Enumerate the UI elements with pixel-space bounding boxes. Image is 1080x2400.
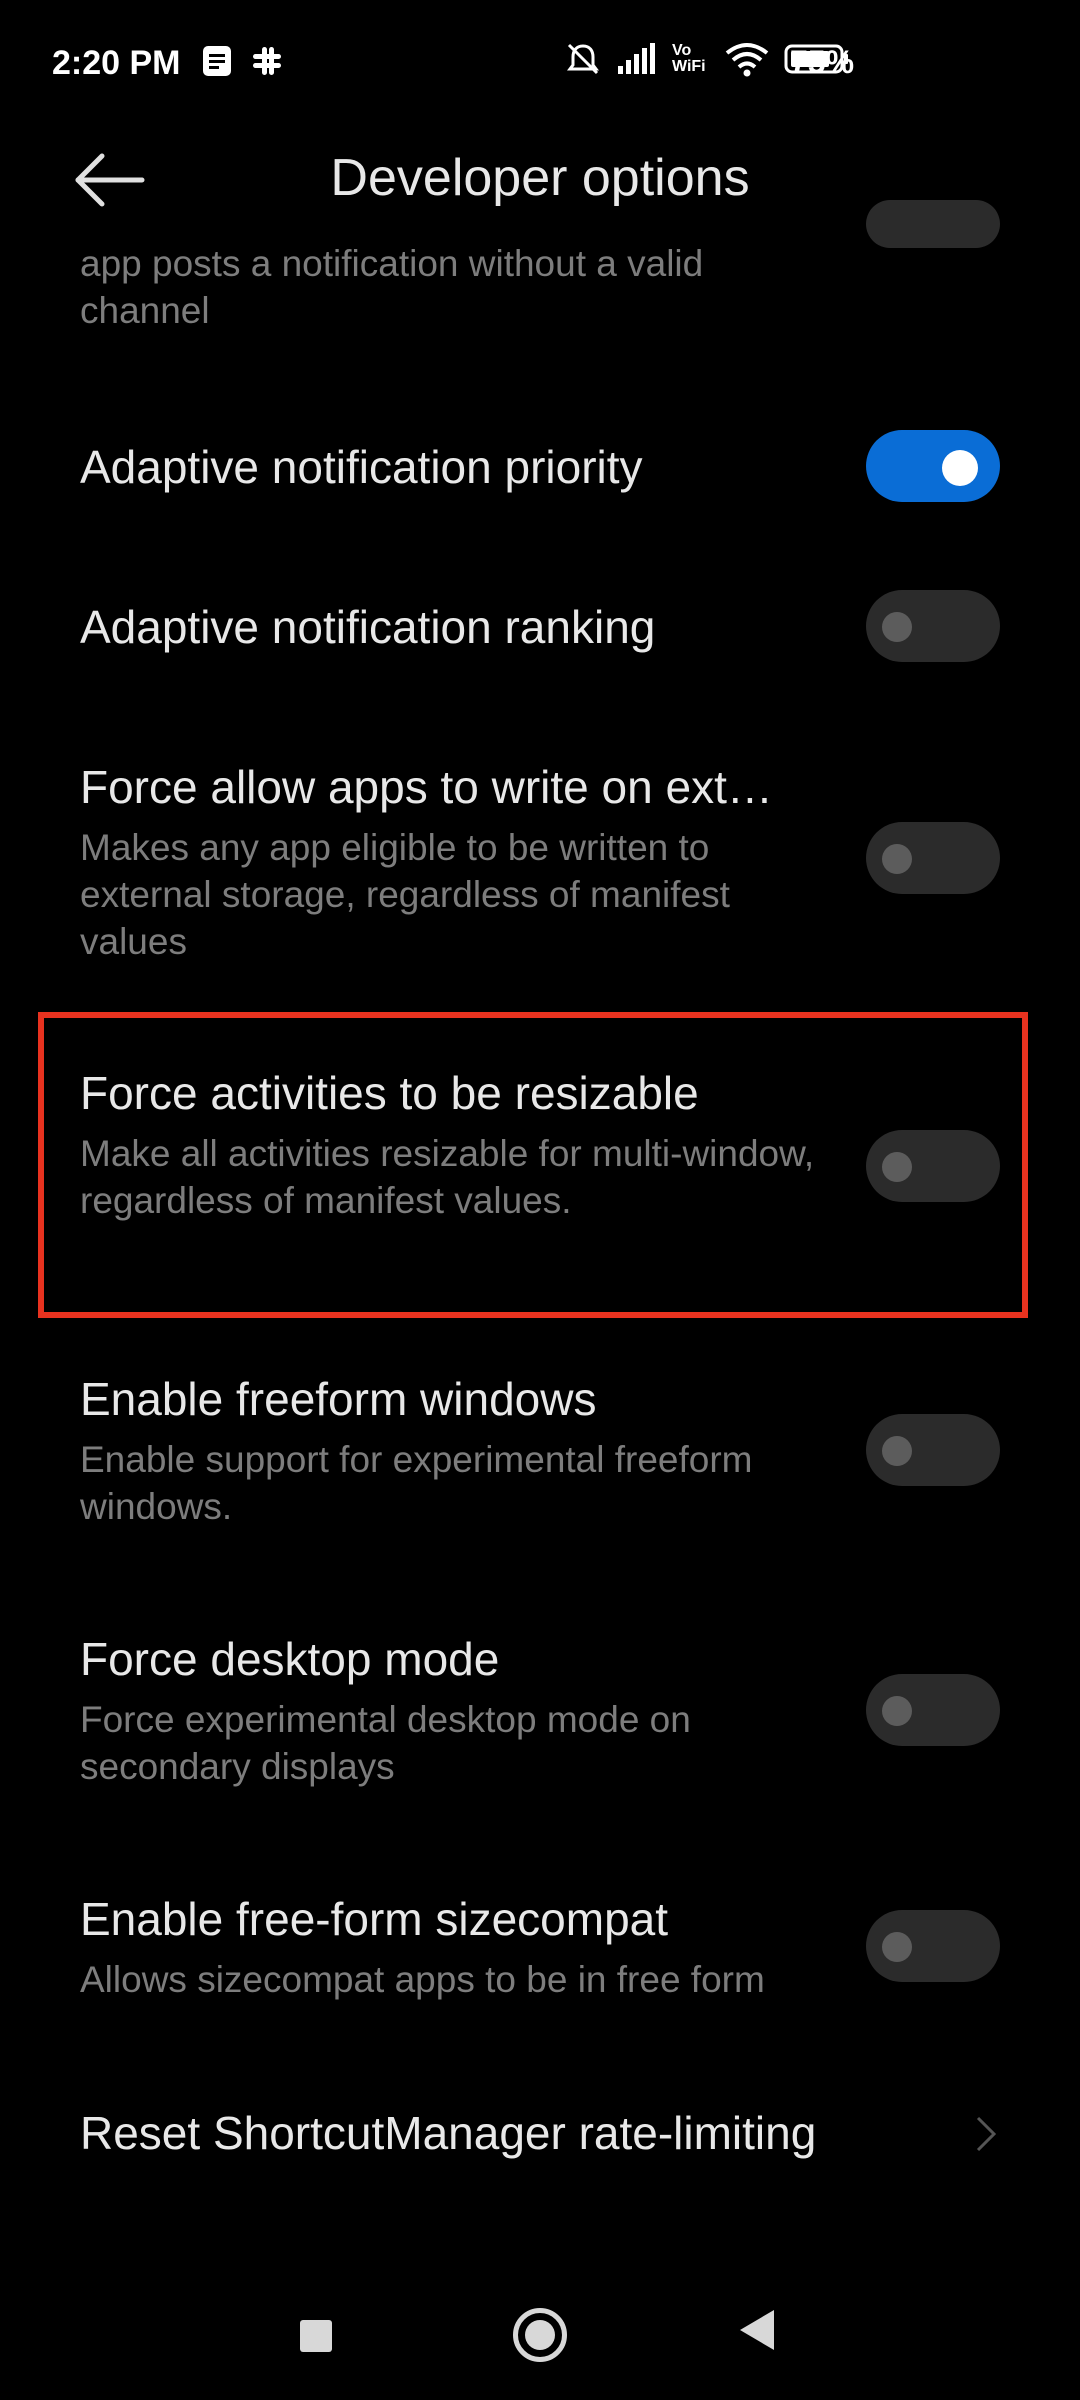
item-subtitle: Makes any app eligible to be written to … [80, 827, 730, 962]
status-bar: 2:20 PM Vo WiFi 75% [0, 0, 1080, 130]
toggle-switch[interactable] [866, 1910, 1000, 1982]
toggle-knob [882, 1436, 912, 1466]
document-icon [203, 46, 231, 76]
chevron-right-icon [976, 2116, 997, 2152]
list-item-adaptive-notification-ranking[interactable]: Adaptive notification ranking [0, 580, 1080, 680]
toggle-knob [882, 612, 912, 642]
bell-off-icon [567, 43, 599, 75]
item-subtitle: Allows sizecompat apps to be in free for… [80, 1959, 765, 2000]
item-subtitle: Force experimental desktop mode on secon… [80, 1699, 691, 1787]
list-item-adaptive-notification-priority[interactable]: Adaptive notification priority [0, 420, 1080, 520]
recents-button[interactable] [300, 2320, 332, 2352]
toggle-switch[interactable] [866, 590, 1000, 662]
list-item-force-activities-resizable[interactable]: Force activities to be resizable Make al… [0, 1066, 1080, 1276]
vowifi-label: Vo WiFi [672, 42, 706, 75]
item-title: Adaptive notification ranking [80, 601, 656, 653]
slack-icon [253, 47, 281, 75]
battery-percent: 75% [790, 44, 855, 80]
toggle-switch-on[interactable] [866, 430, 1000, 502]
item-title: Force desktop mode [80, 1633, 500, 1685]
item-title: Adaptive notification priority [80, 441, 643, 493]
navigation-bar [0, 2280, 1080, 2400]
home-button[interactable] [513, 2308, 567, 2362]
toggle-knob [882, 1152, 912, 1182]
item-subtitle: Make all activities resizable for multi-… [80, 1133, 815, 1221]
toggle-switch[interactable] [866, 1414, 1000, 1486]
list-item-force-allow-external-write[interactable]: Force allow apps to write on ext… Makes … [0, 760, 1080, 970]
item-subtitle: app posts a notification without a valid… [80, 243, 704, 331]
list-item-reset-shortcutmanager[interactable]: Reset ShortcutManager rate-limiting [0, 2106, 1080, 2186]
partial-list-item[interactable]: app posts a notification without a valid… [0, 200, 1080, 350]
list-item-enable-freeform-windows[interactable]: Enable freeform windows Enable support f… [0, 1372, 1080, 1532]
status-time: 2:20 PM [52, 44, 181, 82]
toggle-knob [882, 844, 912, 874]
toggle-knob [882, 1696, 912, 1726]
toggle-knob [942, 450, 978, 486]
item-title: Force allow apps to write on ext… [80, 761, 773, 813]
toggle-switch[interactable] [866, 1674, 1000, 1746]
item-title: Enable freeform windows [80, 1373, 597, 1425]
toggle-knob [882, 1932, 912, 1962]
item-title: Enable free-form sizecompat [80, 1893, 669, 1945]
list-item-force-desktop-mode[interactable]: Force desktop mode Force experimental de… [0, 1632, 1080, 1792]
item-title: Force activities to be resizable [80, 1067, 699, 1119]
partial-toggle[interactable] [866, 200, 1000, 248]
list-item-enable-free-form-sizecompat[interactable]: Enable free-form sizecompat Allows sizec… [0, 1892, 1080, 2012]
item-subtitle: Enable support for experimental freeform… [80, 1439, 753, 1527]
wifi-icon [725, 43, 769, 77]
signal-icon [618, 43, 655, 74]
page-title: Developer options [330, 149, 750, 207]
toggle-switch[interactable] [866, 1130, 1000, 1202]
back-nav-button[interactable] [740, 2310, 774, 2350]
item-title: Reset ShortcutManager rate-limiting [80, 2107, 817, 2159]
notification-icons [200, 44, 284, 78]
toggle-switch[interactable] [866, 822, 1000, 894]
